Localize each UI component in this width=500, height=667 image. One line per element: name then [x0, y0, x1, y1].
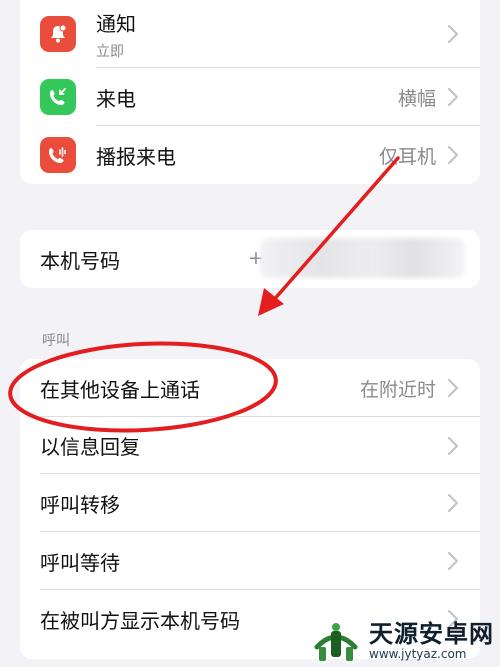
notifications-sublabel: 立即: [96, 43, 124, 60]
watermark-title: 天源安卓网: [369, 620, 494, 648]
chevron-right-icon: [446, 144, 460, 166]
notifications-label: 通知: [96, 11, 136, 36]
bell-icon: [40, 16, 76, 52]
incoming-call-icon: [40, 79, 76, 115]
respond-with-text-row[interactable]: 以信息回复: [20, 417, 480, 474]
chevron-right-icon: [446, 435, 460, 457]
site-watermark: 天源安卓网 www.jytyaz.com: [294, 615, 494, 667]
call-forwarding-label: 呼叫转移: [40, 492, 120, 517]
announce-calls-value: 仅耳机: [378, 145, 436, 168]
call-forwarding-row[interactable]: 呼叫转移: [20, 474, 480, 532]
calls-on-other-devices-label: 在其他设备上通话: [40, 377, 200, 402]
chevron-right-icon: [446, 492, 460, 514]
call-waiting-row[interactable]: 呼叫等待: [20, 532, 480, 590]
blurred-phone-number: [260, 238, 465, 278]
android-logo-icon: [314, 623, 358, 661]
calls-on-other-devices-value: 在附近时: [359, 378, 436, 401]
call-waiting-label: 呼叫等待: [40, 550, 120, 575]
announce-calls-row[interactable]: 播报来电 仅耳机: [20, 126, 480, 184]
notifications-row[interactable]: 通知 立即: [20, 0, 480, 68]
chevron-right-icon: [446, 377, 460, 399]
watermark-url: www.jytyaz.com: [369, 647, 467, 661]
announce-calls-label: 播报来电: [96, 144, 176, 169]
incoming-calls-label: 来电: [96, 86, 136, 111]
annotation-arrow-head: [258, 288, 284, 316]
announce-call-icon: [40, 137, 76, 173]
chevron-right-icon: [446, 550, 460, 572]
incoming-calls-row[interactable]: 来电 横幅: [20, 68, 480, 126]
show-caller-id-label: 在被叫方显示本机号码: [40, 608, 240, 633]
calls-on-other-devices-row[interactable]: 在其他设备上通话 在附近时: [20, 359, 480, 417]
my-number-label: 本机号码: [40, 248, 120, 273]
chevron-right-icon: [446, 23, 460, 45]
notifications-card: 通知 立即 来电 横幅 播报来电 仅耳机: [20, 0, 480, 184]
incoming-calls-value: 横幅: [397, 87, 436, 110]
respond-with-text-label: 以信息回复: [40, 435, 140, 459]
chevron-right-icon: [446, 86, 460, 108]
calls-card: 在其他设备上通话 在附近时 以信息回复 呼叫转移 呼叫等待 在被叫方显示本机号码: [20, 359, 480, 659]
calls-section-header: 呼叫: [42, 333, 70, 349]
